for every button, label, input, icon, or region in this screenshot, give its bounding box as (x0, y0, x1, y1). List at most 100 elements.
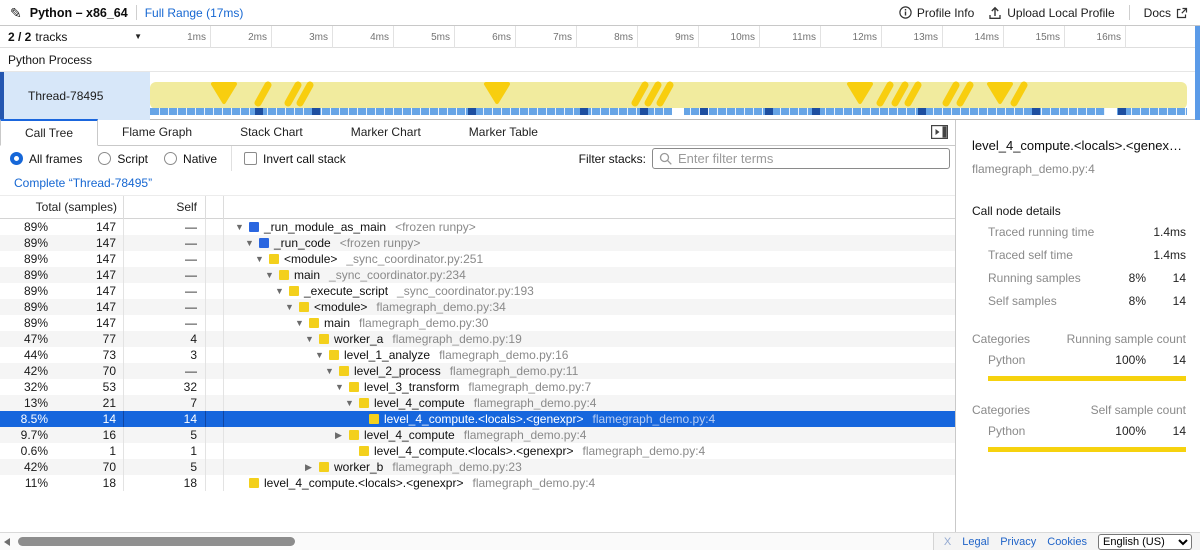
radio-script[interactable] (98, 152, 111, 165)
sample-divider (294, 108, 295, 115)
thread-track-header[interactable]: Thread-78495 (0, 72, 150, 120)
upload-profile-button[interactable]: Upload Local Profile (988, 6, 1114, 20)
edit-profile-name-icon[interactable]: ✎ (10, 6, 22, 20)
footer-link-cookies[interactable]: Cookies (1047, 536, 1087, 548)
call-tree-row[interactable]: 89%147—▼<module>flamegraph_demo.py:34 (0, 299, 955, 315)
radio-all-frames[interactable] (10, 152, 23, 165)
footer-link-x[interactable]: X (944, 536, 951, 548)
language-select[interactable]: English (US) (1098, 534, 1192, 550)
column-header-total[interactable]: Total (samples) (0, 196, 124, 219)
docs-button[interactable]: Docs (1144, 6, 1188, 20)
breadcrumb-complete-thread-link[interactable]: Complete “Thread-78495” (14, 176, 152, 190)
row-total-percent: 89% (0, 251, 52, 267)
filter-stacks-input[interactable] (678, 151, 943, 166)
upload-icon (988, 6, 1002, 20)
radio-label[interactable]: All frames (29, 152, 82, 166)
call-tree-row[interactable]: 42%705▶worker_bflamegraph_demo.py:23 (0, 459, 955, 475)
tab-stack-chart[interactable]: Stack Chart (216, 120, 327, 145)
sample-divider (375, 108, 376, 115)
ruler-tick: 2ms (211, 26, 272, 48)
column-header-self[interactable]: Self (124, 196, 206, 219)
chevron-down-icon: ▼ (134, 32, 142, 41)
full-range-link[interactable]: Full Range (17ms) (145, 6, 244, 20)
call-tree-row[interactable]: 47%774▼worker_aflamegraph_demo.py:19 (0, 331, 955, 347)
profile-info-button[interactable]: Profile Info (899, 6, 974, 20)
call-tree-row[interactable]: 89%147—▼main_sync_coordinator.py:234 (0, 267, 955, 283)
sample-divider (852, 108, 853, 115)
collapse-icon[interactable]: ▼ (265, 267, 279, 283)
footer-link-privacy[interactable]: Privacy (1000, 536, 1036, 548)
tab-call-tree[interactable]: Call Tree (0, 119, 98, 146)
horizontal-scrollbar-thumb[interactable] (18, 537, 295, 546)
thread-activity-track[interactable] (150, 72, 1187, 120)
sample-divider (654, 108, 655, 115)
call-tree-row[interactable]: 9.7%165▶level_4_computeflamegraph_demo.p… (0, 427, 955, 443)
collapse-icon[interactable]: ▼ (335, 379, 349, 395)
collapse-icon[interactable]: ▼ (255, 251, 269, 267)
footer-link-legal[interactable]: Legal (962, 536, 989, 548)
call-tree-row[interactable]: 8.5%1414level_4_compute.<locals>.<genexp… (0, 411, 955, 427)
tab-marker-table[interactable]: Marker Table (445, 120, 562, 145)
function-name: main (324, 315, 350, 331)
call-tree-row[interactable]: 0.6%11level_4_compute.<locals>.<genexpr>… (0, 443, 955, 459)
call-tree-row[interactable]: 44%733▼level_1_analyzeflamegraph_demo.py… (0, 347, 955, 363)
sidebar-details: Traced running time1.4msTraced self time… (956, 223, 1200, 310)
tab-marker-chart[interactable]: Marker Chart (327, 120, 445, 145)
function-name: <module> (284, 251, 337, 267)
ruler-tick: 4ms (333, 26, 394, 48)
detail-percent: 8% (1102, 294, 1146, 308)
process-track-header[interactable]: Python Process (0, 48, 1200, 72)
row-spacer (206, 395, 224, 411)
call-tree-row[interactable]: 42%70—▼level_2_processflamegraph_demo.py… (0, 363, 955, 379)
invert-call-stack-label[interactable]: Invert call stack (263, 152, 346, 166)
call-tree-row[interactable]: 89%147—▼mainflamegraph_demo.py:30 (0, 315, 955, 331)
row-total-percent: 11% (0, 475, 52, 491)
call-tree-row[interactable]: 89%147—▼_execute_script_sync_coordinator… (0, 283, 955, 299)
call-tree-row[interactable]: 89%147—▼_run_code<frozen runpy> (0, 235, 955, 251)
collapse-icon[interactable]: ▼ (275, 283, 289, 299)
radio-native[interactable] (164, 152, 177, 165)
call-tree-row[interactable]: 32%5332▼level_3_transformflamegraph_demo… (0, 379, 955, 395)
radio-label[interactable]: Native (183, 152, 217, 166)
profile-name[interactable]: Python – x86_64 (30, 6, 128, 20)
sample-divider (1176, 108, 1177, 115)
collapse-icon[interactable]: ▼ (315, 347, 329, 363)
sidebar-toggle-icon[interactable] (931, 125, 948, 139)
tracks-count: 2 / 2 (8, 30, 31, 44)
collapse-icon[interactable]: ▼ (245, 235, 259, 251)
invert-call-stack-checkbox[interactable] (244, 152, 257, 165)
expand-icon[interactable]: ▶ (305, 459, 319, 475)
collapse-icon[interactable]: ▼ (345, 395, 359, 411)
call-tree-row[interactable]: 89%147—▼_run_module_as_main<frozen runpy… (0, 219, 955, 235)
row-total-percent: 13% (0, 395, 52, 411)
tab-flame-graph[interactable]: Flame Graph (98, 120, 216, 145)
radio-label[interactable]: Script (117, 152, 148, 166)
sample-divider (546, 108, 547, 115)
call-tree-row[interactable]: 89%147—▼<module>_sync_coordinator.py:251 (0, 251, 955, 267)
collapse-icon[interactable]: ▼ (305, 331, 319, 347)
sample-divider (951, 108, 952, 115)
row-self-samples: — (124, 299, 206, 315)
footer-links: X Legal Privacy Cookies English (US) (933, 533, 1200, 550)
call-tree: 89%147—▼_run_module_as_main<frozen runpy… (0, 219, 955, 532)
sample-dark (812, 108, 820, 115)
tracks-dropdown[interactable]: 2 / 2 tracks ▼ (0, 26, 150, 48)
collapse-icon[interactable]: ▼ (325, 363, 339, 379)
category-name: Python (988, 353, 1102, 367)
call-tree-row[interactable]: 11%1818level_4_compute.<locals>.<genexpr… (0, 475, 955, 491)
expand-icon[interactable]: ▶ (335, 427, 349, 443)
function-location: <frozen runpy> (395, 219, 476, 235)
row-spacer (206, 315, 224, 331)
sample-divider (240, 108, 241, 115)
sample-divider (366, 108, 367, 115)
collapse-icon[interactable]: ▼ (295, 315, 309, 331)
call-tree-row[interactable]: 13%217▼level_4_computeflamegraph_demo.py… (0, 395, 955, 411)
collapse-icon[interactable]: ▼ (235, 219, 249, 235)
function-location: flamegraph_demo.py:4 (582, 443, 705, 459)
scroll-left-arrow-icon[interactable] (4, 538, 10, 546)
category-row: Python100%14 (956, 351, 1200, 369)
sample-divider (942, 108, 943, 115)
collapse-icon[interactable]: ▼ (285, 299, 299, 315)
category-yellow-icon (289, 286, 299, 296)
row-self-samples: — (124, 235, 206, 251)
